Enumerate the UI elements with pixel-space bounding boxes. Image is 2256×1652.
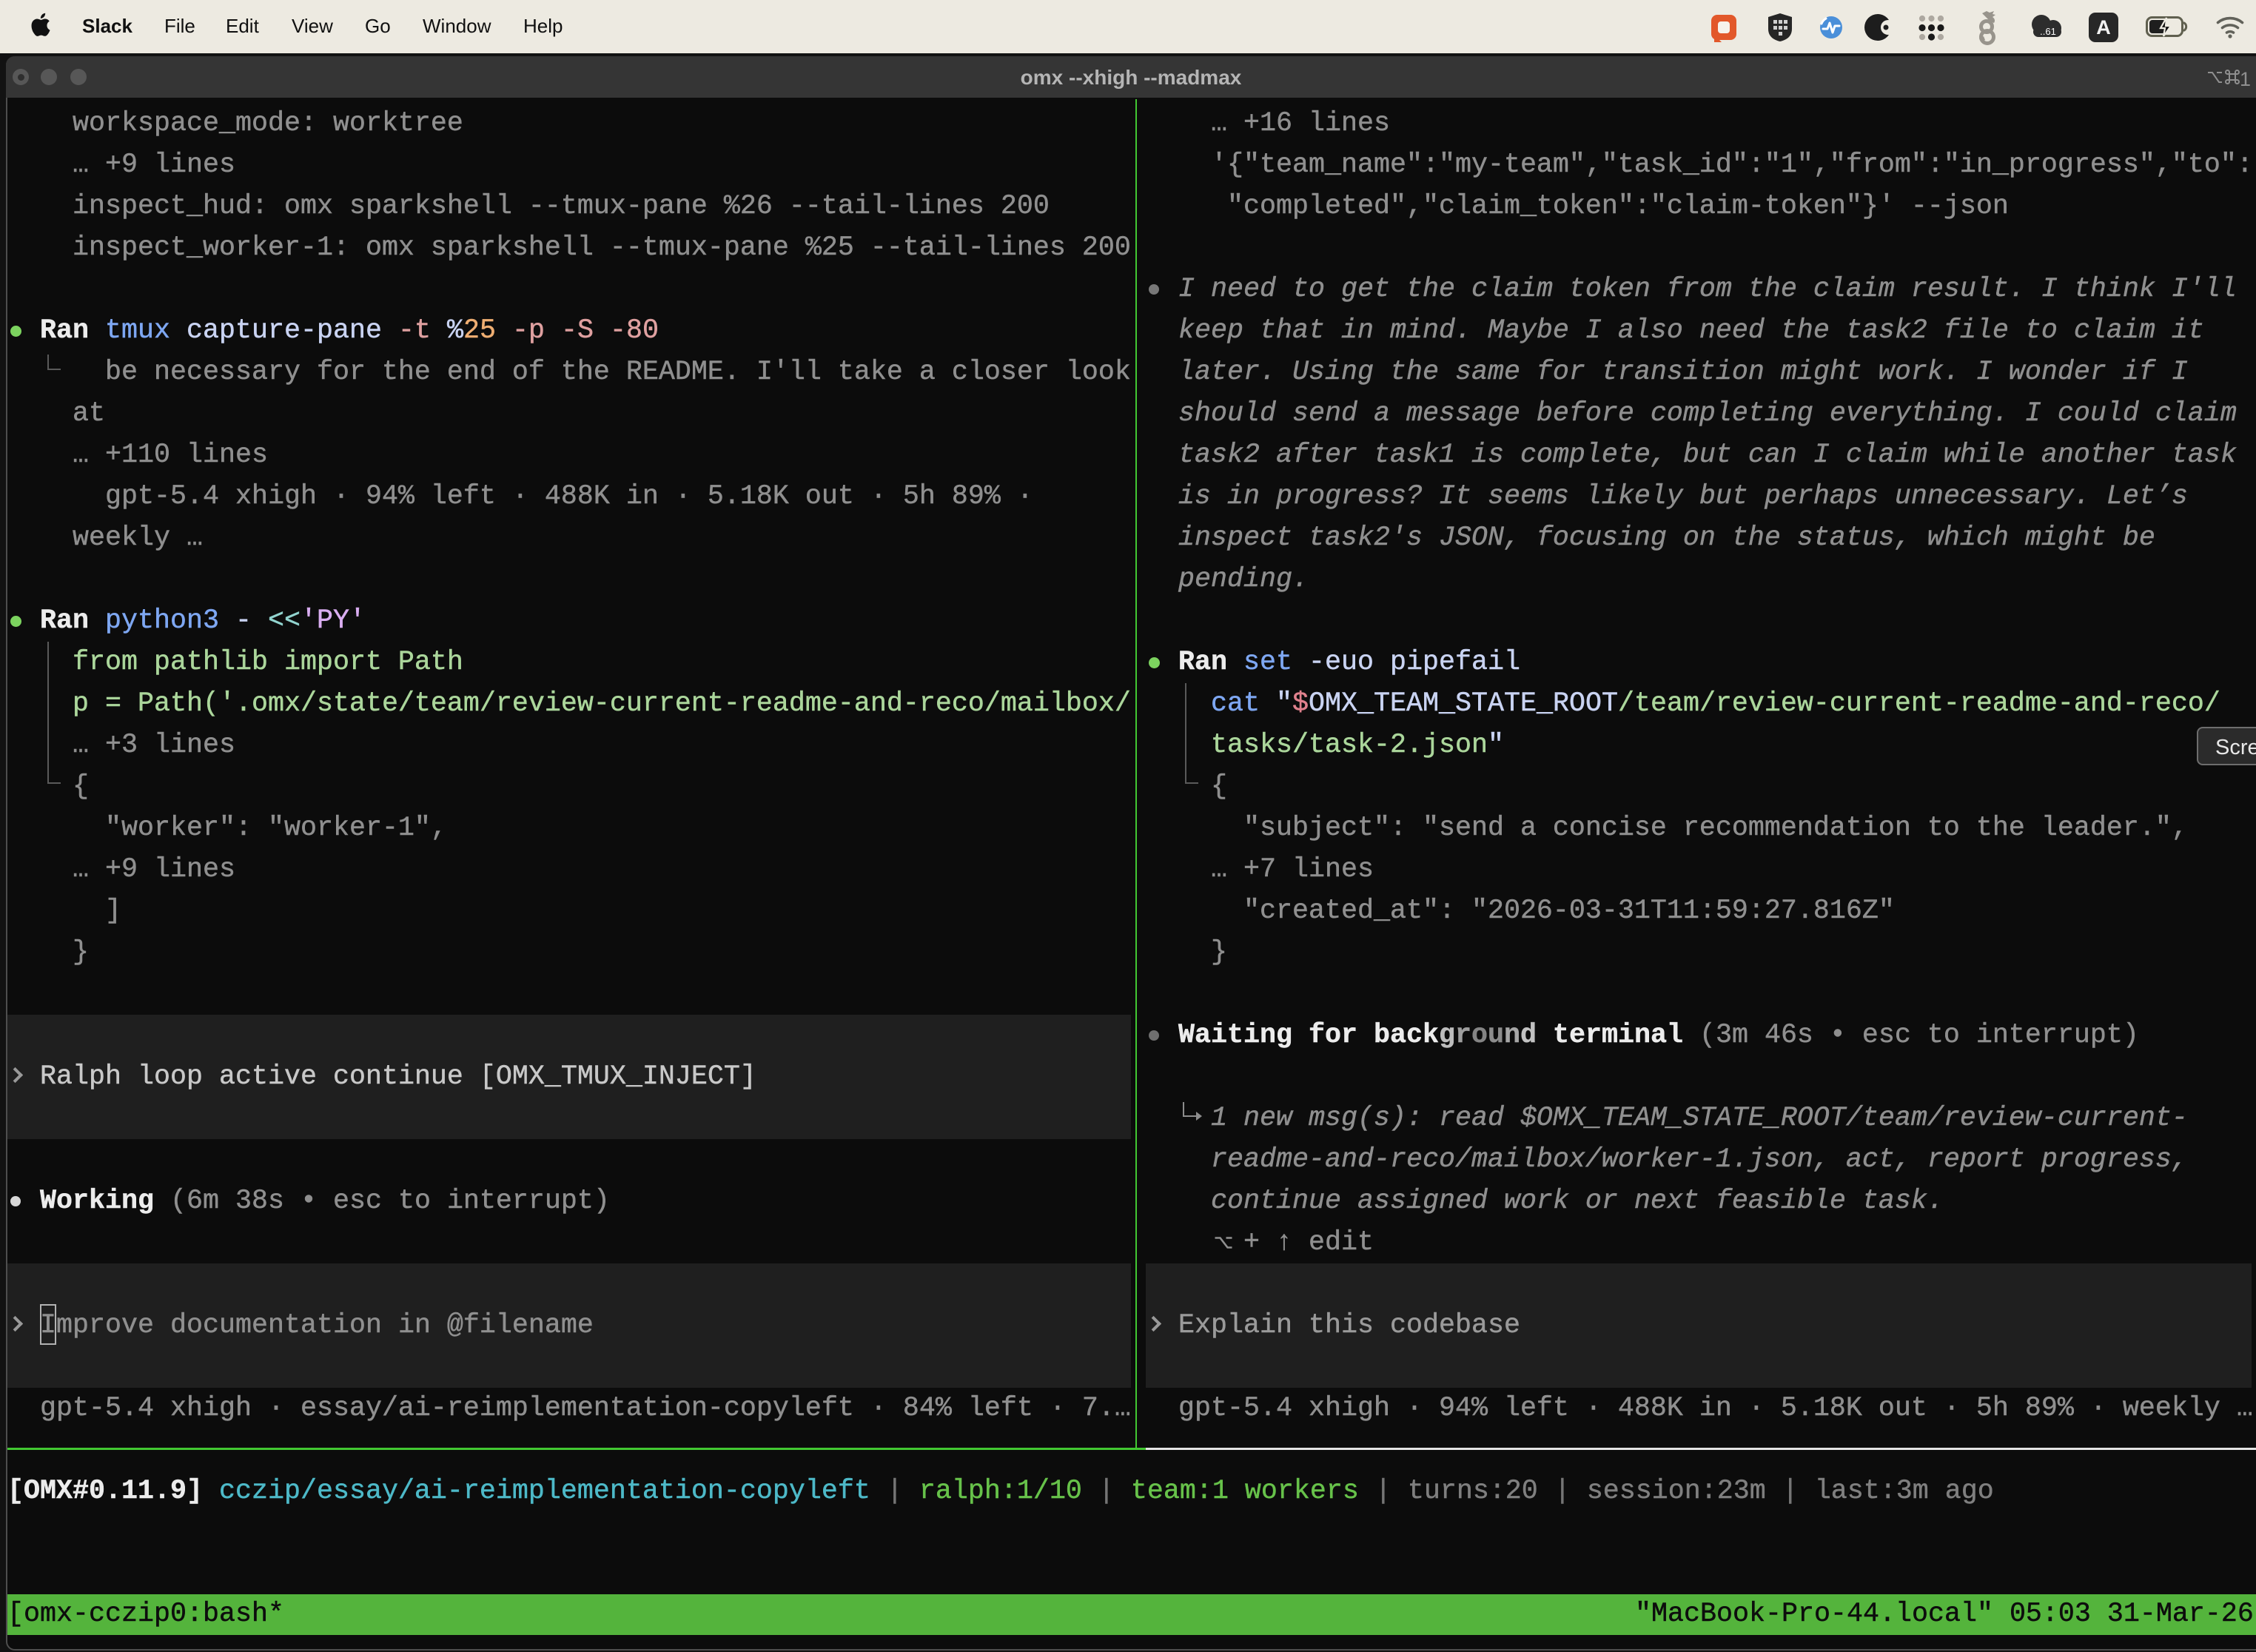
svg-text:..61: ..61 [2040,26,2056,37]
